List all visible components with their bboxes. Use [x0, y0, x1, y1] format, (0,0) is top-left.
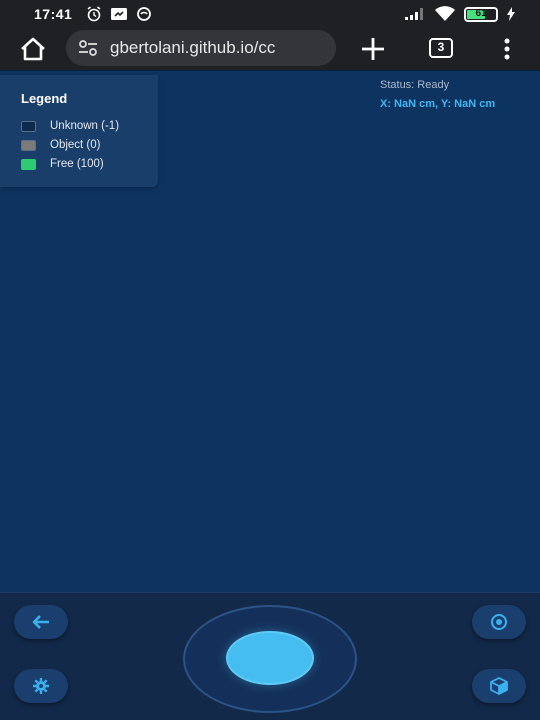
data-saver-icon	[137, 7, 151, 21]
status-bar: 17:41 61	[0, 0, 540, 28]
status-text: Status: Ready	[380, 79, 450, 91]
3d-view-button[interactable]	[472, 669, 526, 703]
view-button[interactable]	[472, 605, 526, 639]
legend-label: Free (100)	[50, 158, 104, 170]
menu-kebab-icon[interactable]	[498, 36, 516, 62]
settings-button[interactable]	[14, 669, 68, 703]
eye-icon	[491, 614, 507, 630]
arrow-left-icon	[32, 615, 49, 629]
legend-swatch-unknown	[21, 120, 36, 132]
control-panel	[0, 592, 540, 720]
home-icon[interactable]	[18, 35, 48, 63]
legend-item-free: Free (100)	[21, 157, 104, 171]
legend-item-object: Object (0)	[21, 138, 101, 152]
url-text[interactable]: gbertolani.github.io/cc	[110, 38, 328, 58]
status-time: 17:41	[34, 6, 73, 22]
tabs-icon[interactable]: 3	[429, 38, 453, 58]
coordinates-readout: X: NaN cm, Y: NaN cm	[380, 98, 496, 110]
joystick-knob[interactable]	[226, 631, 314, 685]
charging-bolt-icon	[507, 7, 515, 21]
browser-toolbar: gbertolani.github.io/cc 3	[0, 28, 540, 70]
occupancy-map[interactable]: Legend Unknown (-1) Object (0) Free (100…	[0, 70, 540, 592]
battery-icon: 61	[464, 6, 498, 22]
battery-level: 61	[475, 7, 487, 19]
back-button[interactable]	[14, 605, 68, 639]
legend-panel: Legend Unknown (-1) Object (0) Free (100…	[0, 75, 158, 187]
alarm-clock-icon	[87, 6, 101, 22]
cube-icon	[490, 677, 508, 695]
address-bar[interactable]: gbertolani.github.io/cc	[66, 30, 336, 66]
legend-swatch-object	[21, 139, 36, 151]
signal-icon	[405, 8, 423, 20]
site-settings-icon[interactable]	[78, 39, 98, 57]
legend-swatch-free	[21, 158, 36, 170]
legend-label: Unknown (-1)	[50, 120, 120, 132]
new-tab-plus-icon[interactable]	[358, 34, 388, 64]
legend-title: Legend	[21, 91, 68, 106]
tab-count: 3	[437, 40, 445, 54]
legend-label: Object (0)	[50, 139, 101, 151]
gear-icon	[33, 678, 49, 694]
wifi-icon	[435, 6, 455, 22]
screen-mirror-icon	[111, 8, 127, 20]
legend-item-unknown: Unknown (-1)	[21, 119, 119, 133]
